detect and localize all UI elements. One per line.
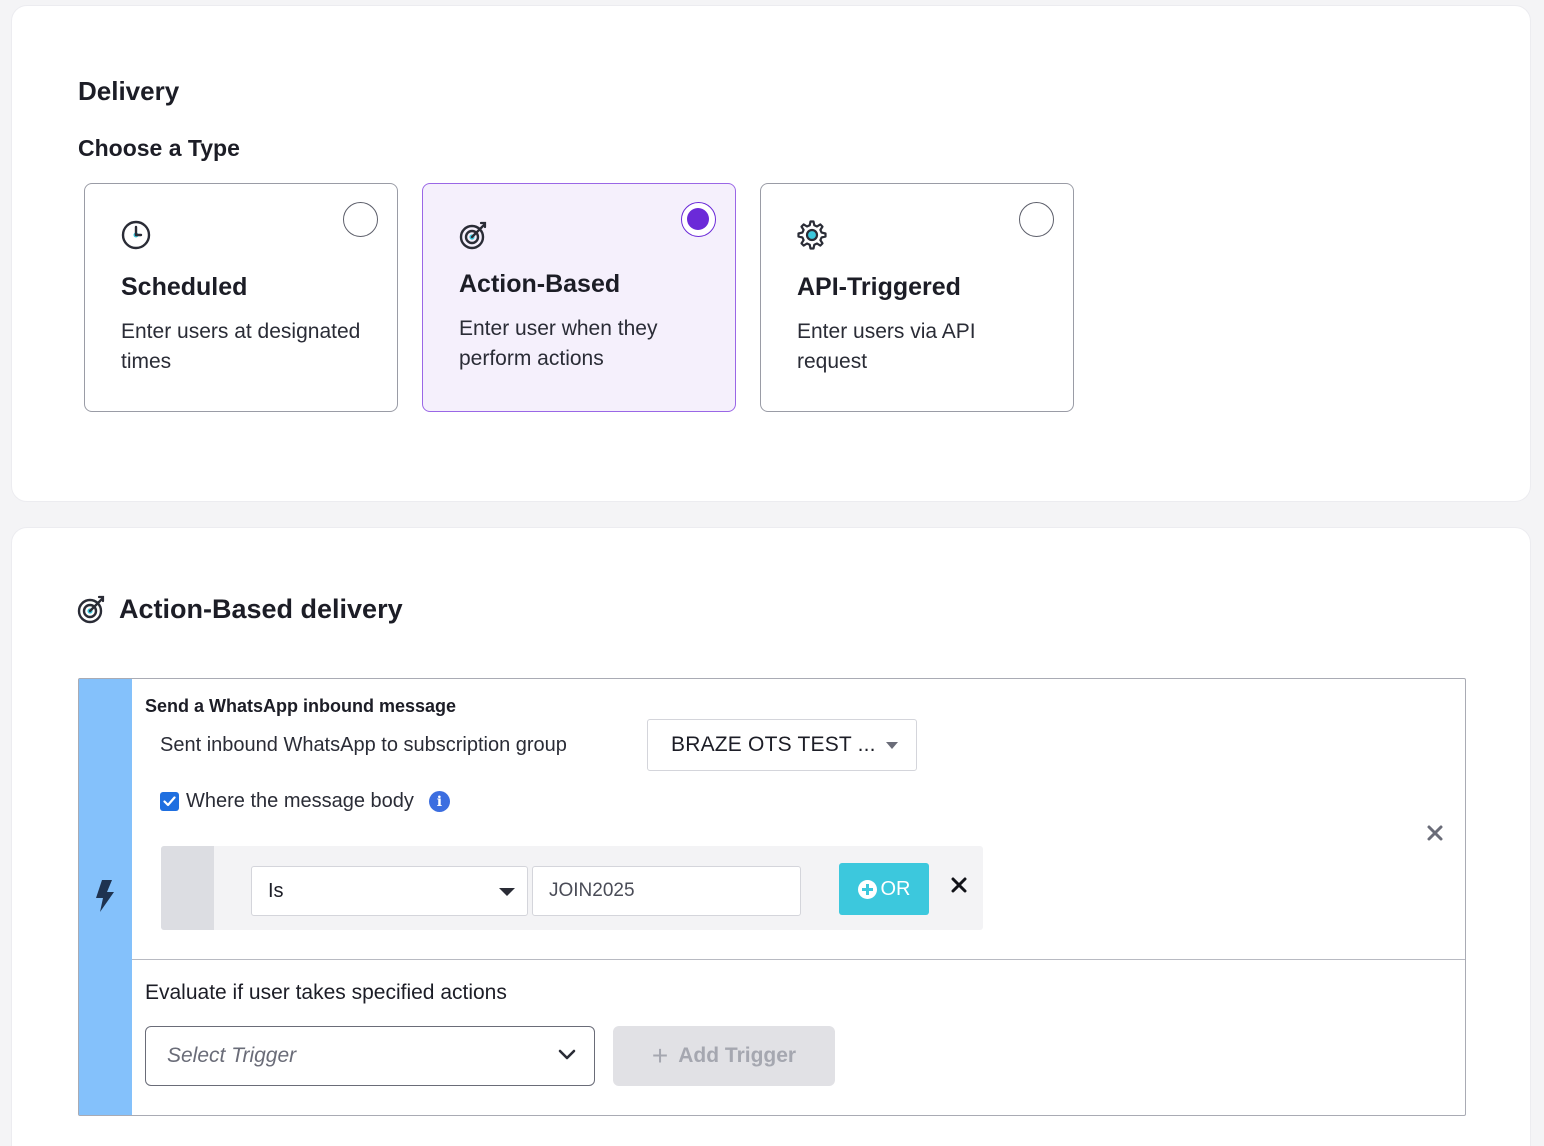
card-description: Enter users via API request [797,320,976,373]
caret-down-icon [886,742,898,749]
action-based-title: Action-Based delivery [119,593,403,624]
subscription-group-select[interactable]: BRAZE OTS TEST ... [647,719,917,771]
divider [132,959,1465,960]
caret-down-icon [499,888,515,896]
clock-icon [121,220,151,250]
where-message-body-row: Where the message body i [160,790,450,813]
choose-type-heading: Choose a Type [78,135,240,161]
message-body-filter-row: Is OR [161,846,983,930]
operator-select[interactable]: Is [251,866,528,916]
chevron-down-icon [558,1049,576,1060]
trigger-strip [79,679,132,1115]
plus-circle-icon [857,879,877,899]
trigger-block: Send a WhatsApp inbound message Sent inb… [78,678,1466,1116]
card-title: API-Triggered [797,273,961,301]
action-based-radio[interactable] [681,202,716,237]
select-trigger-placeholder: Select Trigger [167,1044,297,1067]
delivery-panel: Delivery Choose a Type Scheduled Enter u… [11,5,1531,502]
or-button-label: OR [880,877,911,900]
select-trigger-dropdown[interactable]: Select Trigger [145,1026,595,1086]
remove-filter-icon[interactable] [951,877,967,893]
subscription-group-label: Sent inbound WhatsApp to subscription gr… [160,734,567,756]
add-trigger-button[interactable]: + Add Trigger [613,1026,835,1086]
card-description: Enter user when they perform actions [459,317,658,370]
or-button[interactable]: OR [839,863,929,915]
subscription-group-value: BRAZE OTS TEST ... [671,733,876,756]
type-card-scheduled[interactable]: Scheduled Enter users at designated time… [84,183,398,412]
api-triggered-radio[interactable] [1019,202,1054,237]
card-title: Scheduled [121,273,248,301]
target-icon [77,595,105,624]
gear-icon [797,220,827,250]
action-based-heading: Action-Based delivery [76,593,403,625]
check-icon [163,796,176,807]
delivery-heading: Delivery [78,76,180,106]
where-message-body-label: Where the message body [186,790,414,812]
info-icon[interactable]: i [428,791,450,812]
action-based-panel: Action-Based delivery Send a WhatsApp in… [11,527,1531,1146]
remove-trigger-icon[interactable] [1426,824,1444,842]
card-title: Action-Based [459,270,621,298]
operator-value: Is [268,879,284,902]
type-card-api-triggered[interactable]: API-Triggered Enter users via API reques… [760,183,1074,412]
message-body-value-input[interactable] [532,866,801,916]
scheduled-radio[interactable] [343,202,378,237]
where-message-body-checkbox[interactable] [160,792,179,811]
plus-icon: + [651,1040,669,1071]
evaluate-actions-label: Evaluate if user takes specified actions [145,981,507,1004]
card-description: Enter users at designated times [121,320,361,373]
add-trigger-label: Add Trigger [678,1044,797,1067]
filter-drag-handle[interactable] [161,846,214,930]
type-card-action-based[interactable]: Action-Based Enter user when they perfor… [422,183,736,412]
trigger-title: Send a WhatsApp inbound message [145,696,457,716]
lightning-icon [96,880,114,912]
target-icon [459,221,487,250]
